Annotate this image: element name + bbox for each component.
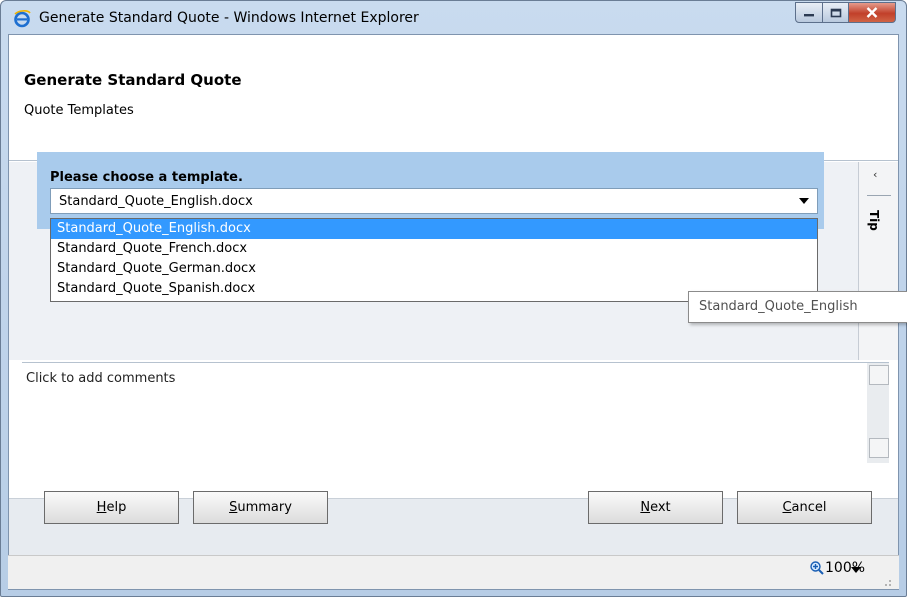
comments-field[interactable]: Click to add comments xyxy=(22,362,867,463)
help-button[interactable]: Help xyxy=(44,491,179,524)
dialog-header: Generate Standard Quote Quote Templates xyxy=(9,35,898,161)
next-label: ext xyxy=(650,500,671,515)
close-button[interactable] xyxy=(849,2,896,23)
collapse-tip-icon[interactable]: ‹ xyxy=(873,168,877,181)
resize-grip-icon[interactable] xyxy=(880,575,892,587)
minimize-button[interactable] xyxy=(795,2,823,23)
tip-label[interactable]: Tip xyxy=(867,210,881,231)
template-select-value: Standard_Quote_English.docx xyxy=(59,194,253,209)
dropdown-option[interactable]: Standard_Quote_English.docx xyxy=(51,219,817,239)
scroll-down-button[interactable] xyxy=(869,438,889,458)
template-select[interactable]: Standard_Quote_English.docx xyxy=(50,188,818,214)
title-bar[interactable]: Generate Standard Quote - Windows Intern… xyxy=(1,1,906,35)
zoom-dropdown-icon[interactable] xyxy=(851,567,861,573)
cancel-mnemonic: C xyxy=(782,500,792,515)
chevron-down-icon[interactable] xyxy=(799,198,809,204)
minimize-icon xyxy=(804,13,814,16)
dropdown-option[interactable]: Standard_Quote_German.docx xyxy=(51,259,817,279)
ie-icon xyxy=(14,10,31,28)
tip-divider xyxy=(867,195,891,196)
cancel-button[interactable]: Cancel xyxy=(737,491,872,524)
summary-button[interactable]: Summary xyxy=(193,491,328,524)
help-label: elp xyxy=(106,500,127,515)
page-title: Generate Standard Quote xyxy=(24,71,242,89)
summary-label: ummary xyxy=(237,500,292,515)
cancel-label: ancel xyxy=(791,500,827,515)
magnifier-plus-icon[interactable] xyxy=(810,561,824,575)
window-controls xyxy=(795,2,896,24)
dropdown-option[interactable]: Standard_Quote_French.docx xyxy=(51,239,817,259)
maximize-icon xyxy=(830,8,841,17)
comments-scrollbar[interactable] xyxy=(867,362,889,463)
page-subtitle: Quote Templates xyxy=(24,103,134,118)
comments-placeholder: Click to add comments xyxy=(26,371,176,386)
option-tooltip: Standard_Quote_English xyxy=(688,291,907,323)
template-dropdown-list[interactable]: Standard_Quote_English.docx Standard_Quo… xyxy=(50,218,818,302)
next-mnemonic: N xyxy=(640,500,651,515)
next-button[interactable]: Next xyxy=(588,491,723,524)
status-bar xyxy=(8,555,899,589)
tip-panel[interactable]: ‹ Tip xyxy=(858,162,898,360)
scroll-up-button[interactable] xyxy=(869,365,889,385)
window-title: Generate Standard Quote - Windows Intern… xyxy=(39,10,419,26)
help-mnemonic: H xyxy=(96,500,107,515)
template-label: Please choose a template. xyxy=(50,170,243,185)
maximize-button[interactable] xyxy=(823,2,849,23)
close-icon xyxy=(866,7,878,18)
